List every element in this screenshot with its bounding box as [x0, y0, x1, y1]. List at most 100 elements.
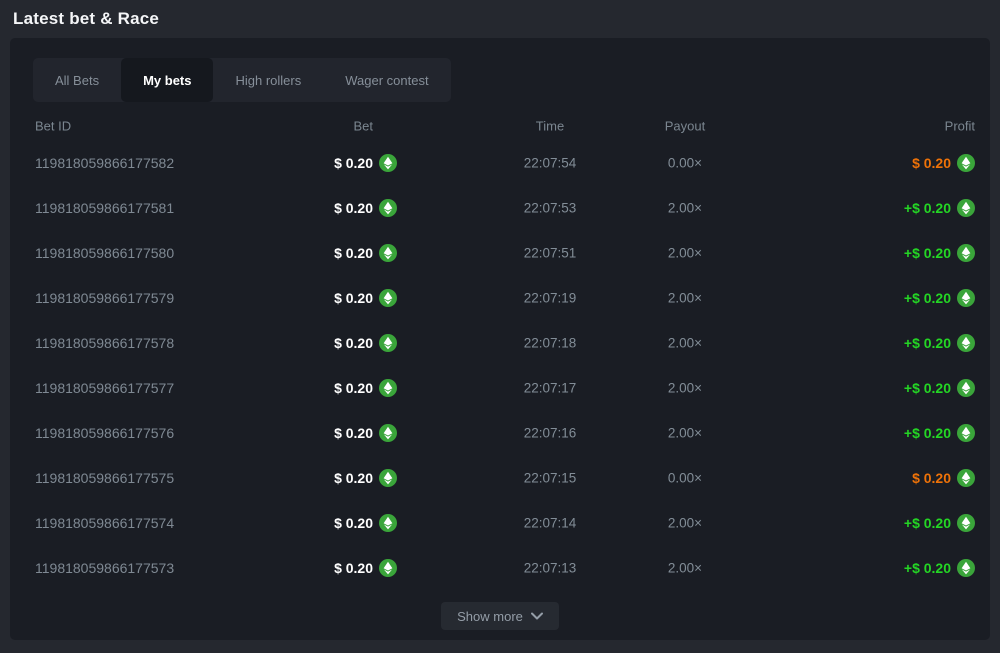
show-more-label: Show more — [457, 609, 523, 624]
eth-coin-icon — [379, 289, 397, 307]
eth-coin-icon — [957, 289, 975, 307]
bet-cell: $ 0.20 — [25, 559, 397, 577]
eth-coin-icon — [957, 199, 975, 217]
bet-payout: 2.00× — [585, 200, 785, 215]
bet-payout: 2.00× — [585, 290, 785, 305]
eth-coin-icon — [957, 244, 975, 262]
profit-cell: $ 0.20 — [912, 469, 975, 487]
eth-coin-icon — [957, 559, 975, 577]
page-title: Latest bet & Race — [13, 9, 159, 29]
bet-cell: $ 0.20 — [25, 199, 397, 217]
bet-payout: 0.00× — [585, 470, 785, 485]
profit-cell: +$ 0.20 — [904, 334, 975, 352]
eth-coin-icon — [379, 514, 397, 532]
profit-cell: +$ 0.20 — [904, 244, 975, 262]
bet-profit: +$ 0.20 — [904, 290, 951, 306]
profit-cell: +$ 0.20 — [904, 424, 975, 442]
profit-cell: +$ 0.20 — [904, 559, 975, 577]
eth-coin-icon — [379, 469, 397, 487]
bet-amount: $ 0.20 — [334, 155, 373, 171]
table-row[interactable]: 119818059866177574 $ 0.20 22:07:14 2.00×… — [25, 500, 975, 545]
bet-amount: $ 0.20 — [334, 245, 373, 261]
profit-cell: +$ 0.20 — [904, 199, 975, 217]
eth-coin-icon — [379, 424, 397, 442]
bet-profit: +$ 0.20 — [904, 515, 951, 531]
eth-coin-icon — [957, 514, 975, 532]
bet-amount: $ 0.20 — [334, 470, 373, 486]
profit-cell: $ 0.20 — [912, 154, 975, 172]
bet-payout: 2.00× — [585, 245, 785, 260]
eth-coin-icon — [379, 244, 397, 262]
table-row[interactable]: 119818059866177577 $ 0.20 22:07:17 2.00×… — [25, 365, 975, 410]
bet-amount: $ 0.20 — [334, 200, 373, 216]
table-row[interactable]: 119818059866177580 $ 0.20 22:07:51 2.00×… — [25, 230, 975, 275]
bet-amount: $ 0.20 — [334, 290, 373, 306]
bet-amount: $ 0.20 — [334, 515, 373, 531]
table-row[interactable]: 119818059866177581 $ 0.20 22:07:53 2.00×… — [25, 185, 975, 230]
bets-table: Bet ID Bet Time Payout Profit 1198180598… — [25, 112, 975, 590]
profit-cell: +$ 0.20 — [904, 289, 975, 307]
bet-amount: $ 0.20 — [334, 560, 373, 576]
bet-profit: $ 0.20 — [912, 155, 951, 171]
bet-profit: +$ 0.20 — [904, 245, 951, 261]
bet-payout: 2.00× — [585, 560, 785, 575]
eth-coin-icon — [379, 379, 397, 397]
bet-cell: $ 0.20 — [25, 424, 397, 442]
column-header-payout: Payout — [585, 119, 785, 134]
eth-coin-icon — [957, 379, 975, 397]
bet-cell: $ 0.20 — [25, 379, 397, 397]
bet-cell: $ 0.20 — [25, 469, 397, 487]
show-more-container: Show more — [10, 602, 990, 630]
tab-all-bets[interactable]: All Bets — [33, 58, 121, 102]
chevron-down-icon — [531, 612, 543, 620]
bet-amount: $ 0.20 — [334, 380, 373, 396]
tab-high-rollers[interactable]: High rollers — [213, 58, 323, 102]
table-row[interactable]: 119818059866177579 $ 0.20 22:07:19 2.00×… — [25, 275, 975, 320]
bet-profit: +$ 0.20 — [904, 380, 951, 396]
eth-coin-icon — [957, 154, 975, 172]
latest-bets-panel: All Bets My bets High rollers Wager cont… — [10, 38, 990, 640]
tab-wager-contest[interactable]: Wager contest — [323, 58, 450, 102]
bet-profit: +$ 0.20 — [904, 200, 951, 216]
table-row[interactable]: 119818059866177578 $ 0.20 22:07:18 2.00×… — [25, 320, 975, 365]
bet-cell: $ 0.20 — [25, 289, 397, 307]
eth-coin-icon — [379, 154, 397, 172]
bet-payout: 2.00× — [585, 380, 785, 395]
show-more-button[interactable]: Show more — [441, 602, 559, 630]
tab-my-bets[interactable]: My bets — [121, 58, 213, 102]
tab-label: High rollers — [235, 73, 301, 88]
bet-profit: $ 0.20 — [912, 470, 951, 486]
column-header-profit: Profit — [945, 119, 975, 134]
table-body: 119818059866177582 $ 0.20 22:07:54 0.00×… — [25, 140, 975, 590]
tab-label: All Bets — [55, 73, 99, 88]
bet-payout: 2.00× — [585, 515, 785, 530]
bet-cell: $ 0.20 — [25, 154, 397, 172]
eth-coin-icon — [379, 334, 397, 352]
tab-label: My bets — [143, 73, 191, 88]
table-row[interactable]: 119818059866177573 $ 0.20 22:07:13 2.00×… — [25, 545, 975, 590]
bet-payout: 2.00× — [585, 425, 785, 440]
bet-profit: +$ 0.20 — [904, 560, 951, 576]
eth-coin-icon — [957, 424, 975, 442]
column-header-bet: Bet — [25, 119, 397, 134]
bet-cell: $ 0.20 — [25, 244, 397, 262]
table-row[interactable]: 119818059866177582 $ 0.20 22:07:54 0.00×… — [25, 140, 975, 185]
profit-cell: +$ 0.20 — [904, 379, 975, 397]
bet-cell: $ 0.20 — [25, 514, 397, 532]
section-header: Latest bet & Race — [0, 0, 1000, 38]
bet-payout: 2.00× — [585, 335, 785, 350]
profit-cell: +$ 0.20 — [904, 514, 975, 532]
eth-coin-icon — [379, 559, 397, 577]
bet-tabs: All Bets My bets High rollers Wager cont… — [33, 58, 451, 102]
table-row[interactable]: 119818059866177575 $ 0.20 22:07:15 0.00×… — [25, 455, 975, 500]
eth-coin-icon — [957, 334, 975, 352]
eth-coin-icon — [379, 199, 397, 217]
bet-cell: $ 0.20 — [25, 334, 397, 352]
bet-amount: $ 0.20 — [334, 335, 373, 351]
bet-profit: +$ 0.20 — [904, 335, 951, 351]
eth-coin-icon — [957, 469, 975, 487]
tab-label: Wager contest — [345, 73, 428, 88]
table-header-row: Bet ID Bet Time Payout Profit — [25, 112, 975, 140]
table-row[interactable]: 119818059866177576 $ 0.20 22:07:16 2.00×… — [25, 410, 975, 455]
bet-profit: +$ 0.20 — [904, 425, 951, 441]
